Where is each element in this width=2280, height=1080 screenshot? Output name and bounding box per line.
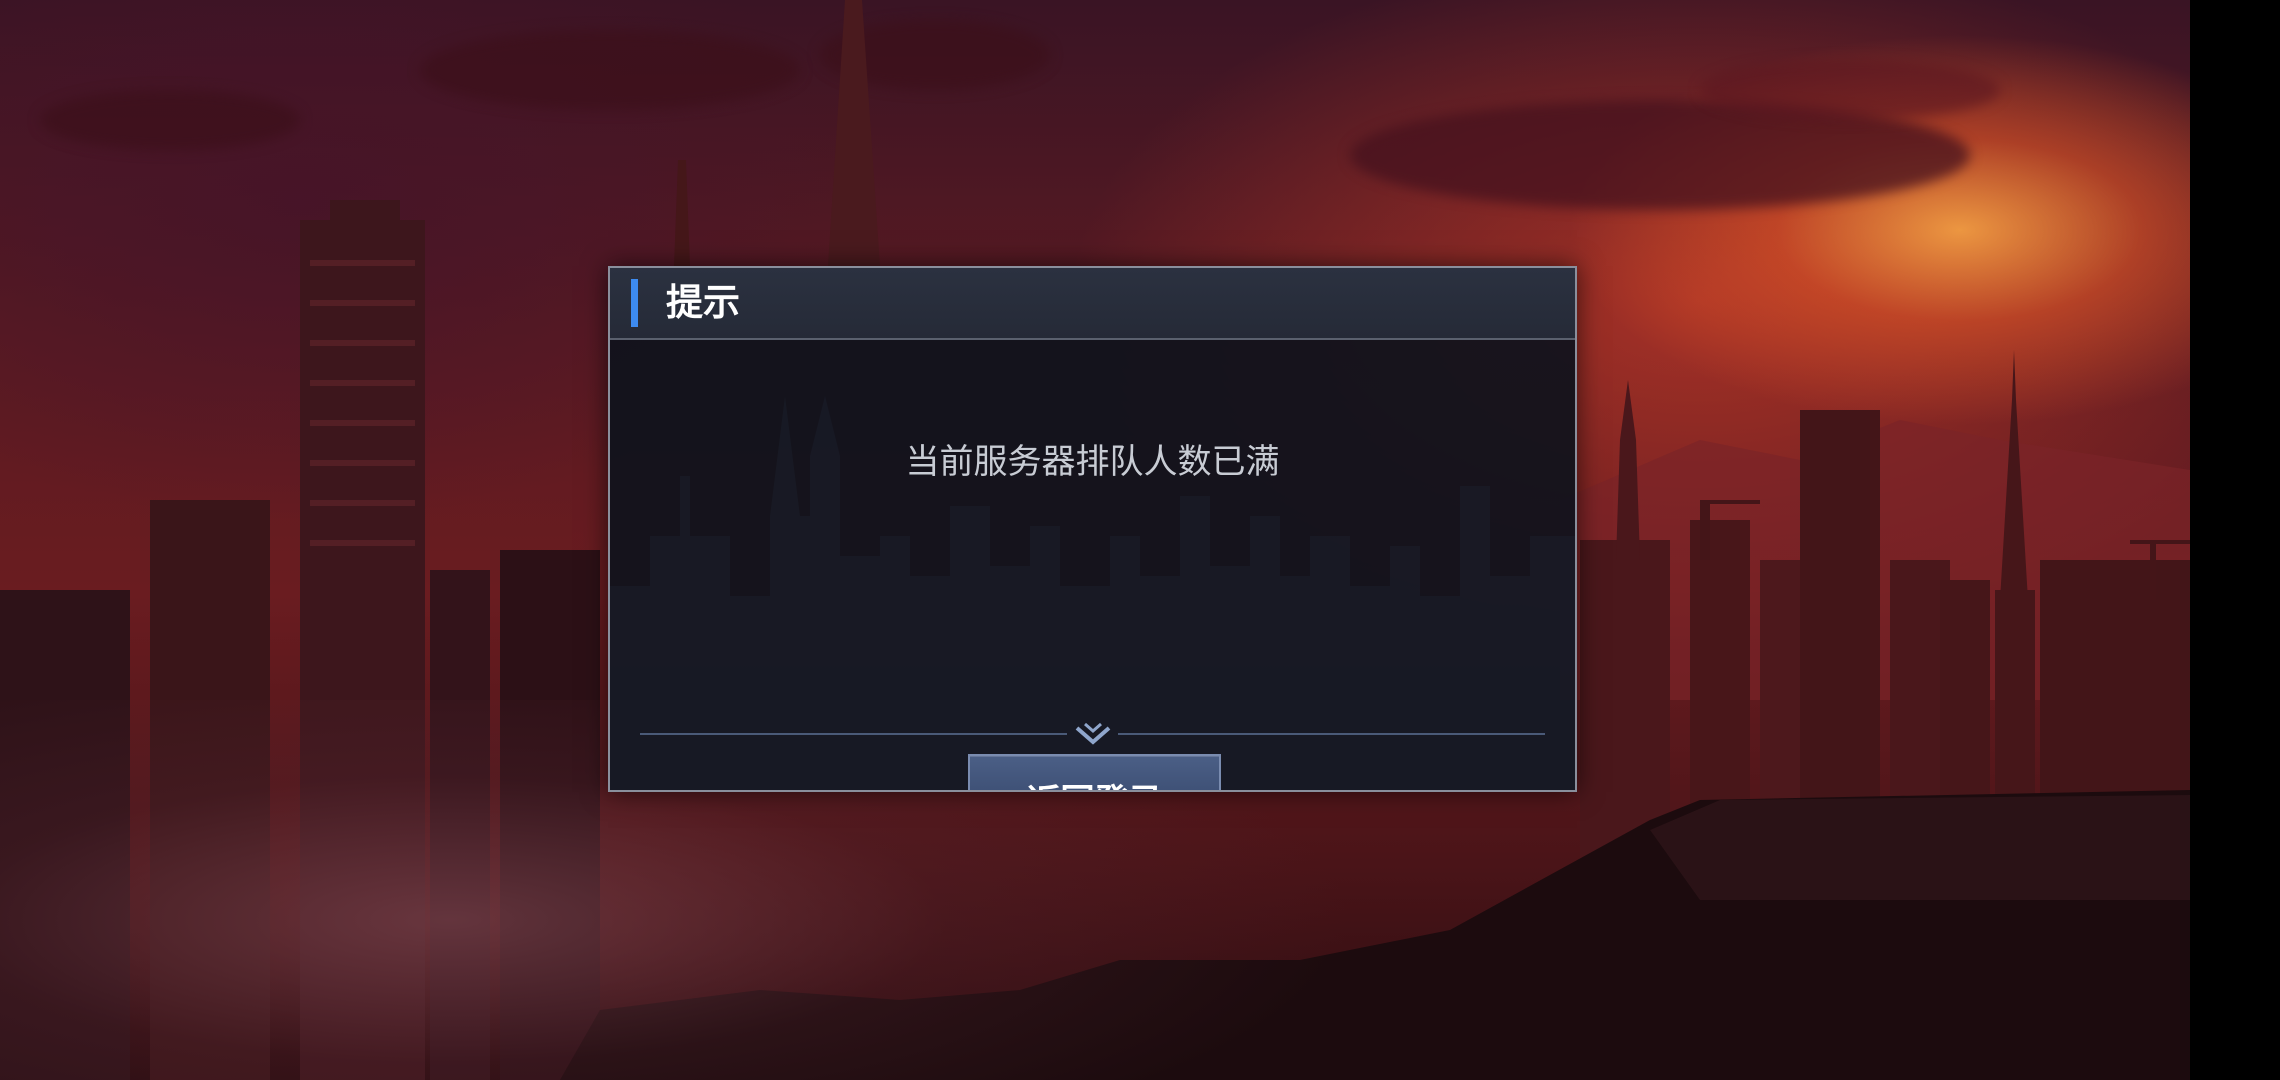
dialog-title: 提示 [666,281,740,324]
dialog-header: 提示 [610,268,1575,340]
chevron-down-icon [1075,722,1110,745]
dialog-divider [640,720,1545,750]
return-to-login-button[interactable]: 返回登录 [968,754,1221,790]
dialog-body: 当前服务器排队人数已满 返回登录 [610,340,1575,790]
screen-edge-bar [2190,0,2280,1080]
header-accent-bar [631,279,638,327]
queue-full-message: 当前服务器排队人数已满 [905,442,1280,482]
notice-dialog: 提示 当前服务器排队人数已满 返回登录 [608,266,1577,792]
